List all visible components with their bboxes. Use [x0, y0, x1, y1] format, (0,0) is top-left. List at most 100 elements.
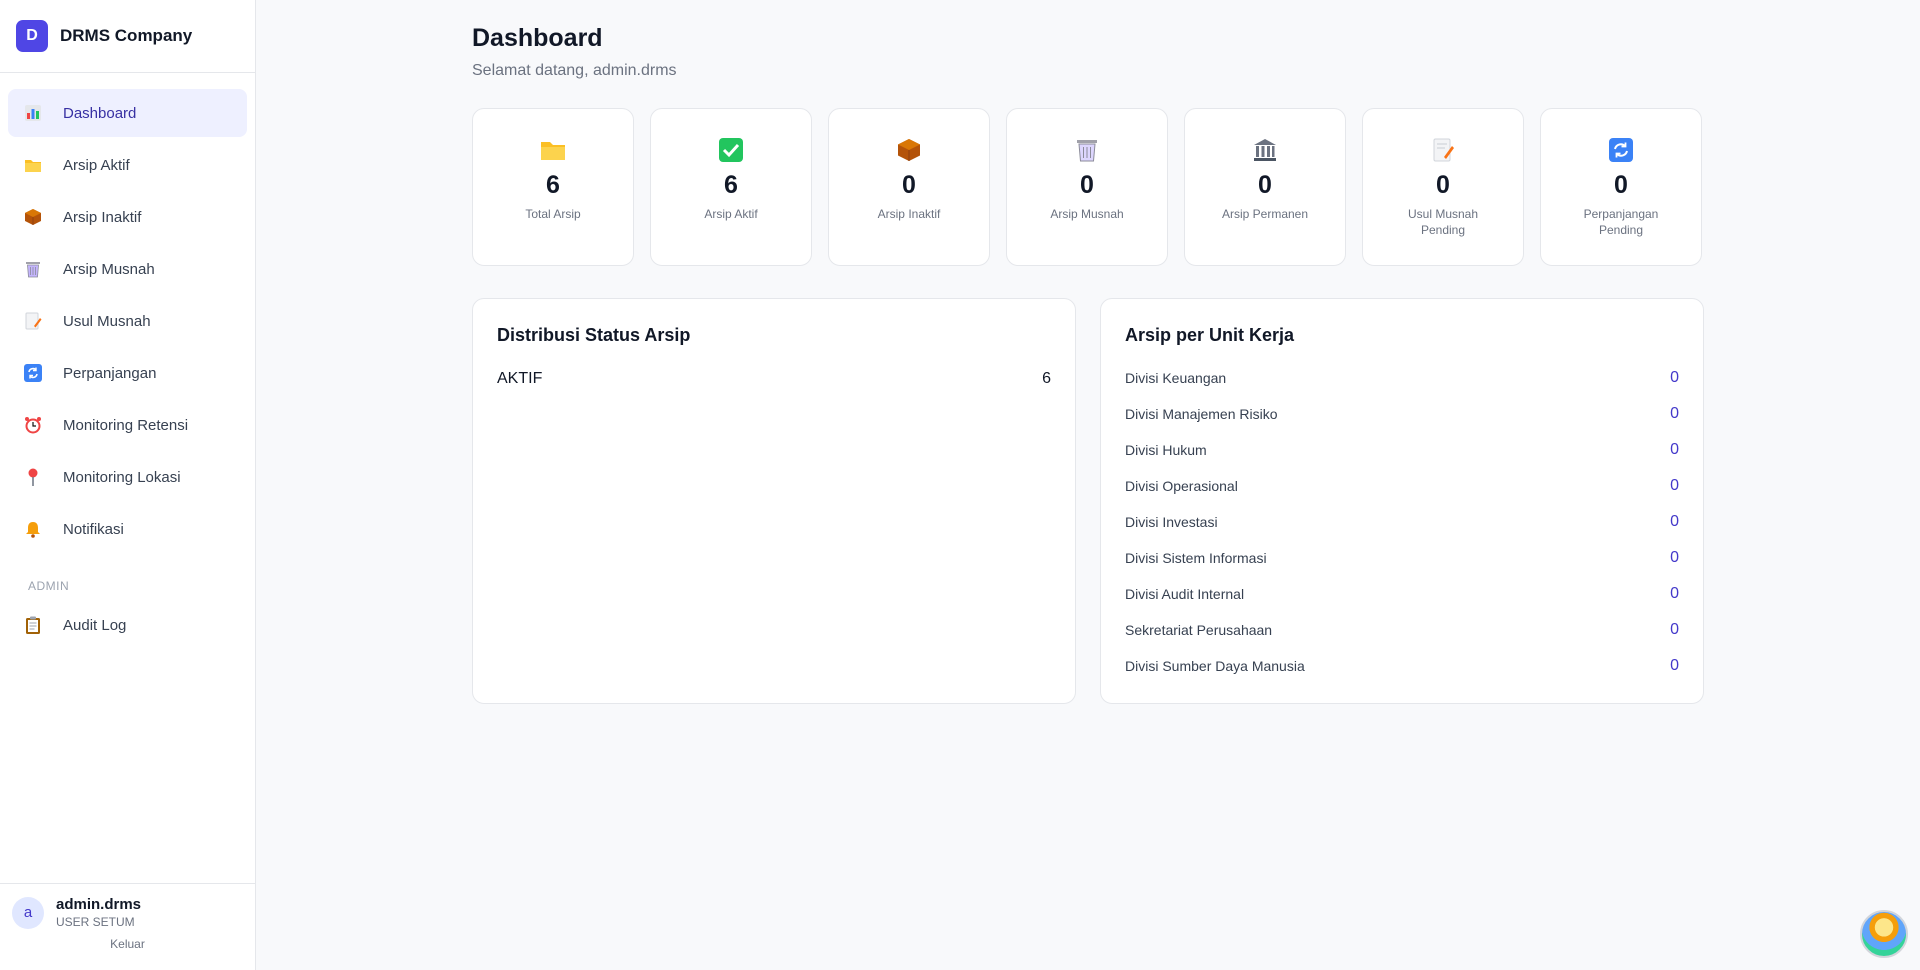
trash-icon	[1074, 137, 1100, 163]
stat-value: 0	[902, 171, 916, 199]
stat-label: Arsip Permanen	[1221, 207, 1309, 221]
stat-card-perpanjangan-pending[interactable]: 0 Perpanjangan Pending	[1540, 108, 1702, 266]
check-icon	[718, 137, 744, 163]
stat-value: 0	[1614, 171, 1628, 199]
unit-count: 0	[1670, 549, 1679, 566]
brand-header: D DRMS Company	[0, 0, 255, 73]
folder-icon	[540, 137, 566, 163]
sidebar-item-label: Arsip Aktif	[63, 156, 130, 174]
list-item: Divisi Keuangan 0	[1125, 360, 1679, 396]
status-label: AKTIF	[497, 370, 543, 387]
memo-icon	[22, 310, 44, 332]
sidebar-item-arsip-musnah[interactable]: Arsip Musnah	[8, 245, 247, 293]
pin-icon	[22, 466, 44, 488]
sidebar-item-perpanjangan[interactable]: Perpanjangan	[8, 349, 247, 397]
sidebar-item-monitoring-lokasi[interactable]: Monitoring Lokasi	[8, 453, 247, 501]
unit-name: Divisi Sistem Informasi	[1125, 550, 1267, 566]
stat-card-arsip-inaktif[interactable]: 0 Arsip Inaktif	[828, 108, 990, 266]
unit-name: Divisi Hukum	[1125, 442, 1207, 458]
bar-chart-icon	[22, 102, 44, 124]
page-title: Dashboard	[472, 24, 603, 52]
stats-row: 6 Total Arsip 6 Arsip Aktif 0 Arsip Inak…	[472, 108, 1718, 266]
sidebar-nav: Dashboard Arsip Aktif Arsip Inaktif Arsi…	[0, 73, 255, 649]
unit-count: 0	[1670, 477, 1679, 494]
stat-card-arsip-musnah[interactable]: 0 Arsip Musnah	[1006, 108, 1168, 266]
user-info: admin.drms USER SETUM	[56, 896, 141, 929]
unit-name: Divisi Audit Internal	[1125, 586, 1245, 602]
stat-value: 0	[1080, 171, 1094, 199]
unit-list: Divisi Keuangan 0 Divisi Manajemen Risiko…	[1125, 360, 1679, 684]
sidebar-item-audit-log[interactable]: Audit Log	[8, 601, 247, 649]
status-value: 6	[1042, 370, 1051, 387]
stat-card-arsip-aktif[interactable]: 6 Arsip Aktif	[650, 108, 812, 266]
brand-name[interactable]: DRMS Company	[60, 26, 192, 46]
sidebar-item-monitoring-retensi[interactable]: Monitoring Retensi	[8, 401, 247, 449]
avatar[interactable]: a	[12, 896, 44, 929]
stat-value: 6	[546, 171, 560, 199]
status-row: AKTIF 6	[497, 370, 1051, 388]
panel-title: Arsip per Unit Kerja	[1125, 325, 1295, 345]
package-icon	[896, 137, 922, 163]
package-icon	[22, 206, 44, 228]
unit-name: Divisi Keuangan	[1125, 370, 1227, 386]
sidebar-item-usul-musnah[interactable]: Usul Musnah	[8, 297, 247, 345]
sidebar-item-label: Arsip Musnah	[63, 260, 155, 278]
sidebar-item-label: Perpanjangan	[63, 364, 157, 382]
stat-label: Arsip Inaktif	[877, 207, 941, 221]
list-item: Sekretariat Perusahaan 0	[1125, 612, 1679, 648]
sidebar-item-label: Monitoring Lokasi	[63, 468, 181, 486]
sidebar-item-notifikasi[interactable]: Notifikasi	[8, 505, 247, 553]
stat-label: Arsip Musnah	[1050, 207, 1124, 221]
user-role: USER SETUM	[56, 915, 135, 929]
refresh-icon	[1608, 137, 1634, 163]
user-name: admin.drms	[56, 896, 142, 913]
sidebar-item-label: Dashboard	[63, 104, 137, 122]
refresh-icon	[22, 362, 44, 384]
unit-name: Divisi Operasional	[1125, 478, 1238, 494]
clipboard-icon	[22, 614, 44, 636]
unit-name: Sekretariat Perusahaan	[1125, 622, 1273, 638]
floating-action-button[interactable]	[1860, 910, 1908, 958]
bank-icon	[1252, 137, 1278, 163]
sidebar-item-dashboard[interactable]: Dashboard	[8, 89, 247, 137]
status-distribution-panel: Distribusi Status Arsip AKTIF 6	[472, 298, 1076, 704]
list-item: Divisi Investasi 0	[1125, 504, 1679, 540]
user-panel: a admin.drms USER SETUM Keluar	[0, 883, 255, 970]
stat-value: 0	[1436, 171, 1450, 199]
sidebar-item-label: Monitoring Retensi	[63, 416, 189, 434]
sidebar-item-arsip-aktif[interactable]: Arsip Aktif	[8, 141, 247, 189]
stat-label: Total Arsip	[525, 207, 581, 221]
unit-kerja-panel: Arsip per Unit Kerja Divisi Keuangan 0 Di…	[1100, 298, 1704, 704]
stat-label: Arsip Aktif	[704, 207, 758, 221]
list-item: Divisi Audit Internal 0	[1125, 576, 1679, 612]
unit-count: 0	[1670, 621, 1679, 638]
trash-icon	[22, 258, 44, 280]
user-row: a admin.drms USER SETUM	[12, 896, 243, 929]
list-item: Divisi Hukum 0	[1125, 432, 1679, 468]
sidebar-item-label: Usul Musnah	[63, 312, 151, 330]
unit-name: Divisi Sumber Daya Manusia	[1125, 658, 1305, 674]
page-subtitle: Selamat datang, admin.drms	[472, 62, 677, 79]
stat-card-total-arsip[interactable]: 6 Total Arsip	[472, 108, 634, 266]
unit-count: 0	[1670, 513, 1679, 530]
logout-link[interactable]: Keluar	[12, 937, 243, 951]
list-item: Divisi Manajemen Risiko 0	[1125, 396, 1679, 432]
unit-name: Divisi Manajemen Risiko	[1125, 406, 1278, 422]
brand-logo[interactable]: D	[16, 20, 48, 52]
stat-card-arsip-permanen[interactable]: 0 Arsip Permanen	[1184, 108, 1346, 266]
folder-icon	[22, 154, 44, 176]
alarm-clock-icon	[22, 414, 44, 436]
sidebar-item-arsip-inaktif[interactable]: Arsip Inaktif	[8, 193, 247, 241]
memo-icon	[1430, 137, 1456, 163]
sidebar-item-label: Audit Log	[63, 616, 127, 634]
unit-count: 0	[1670, 441, 1679, 458]
unit-count: 0	[1670, 585, 1679, 602]
list-item: Divisi Sistem Informasi 0	[1125, 540, 1679, 576]
sidebar-item-label: Notifikasi	[63, 520, 124, 538]
list-item: Divisi Sumber Daya Manusia 0	[1125, 648, 1679, 684]
list-item: Divisi Operasional 0	[1125, 468, 1679, 504]
stat-value: 6	[724, 171, 738, 199]
stat-card-usul-musnah-pending[interactable]: 0 Usul Musnah Pending	[1362, 108, 1524, 266]
stat-label: Perpanjangan Pending	[1583, 207, 1659, 237]
unit-count: 0	[1670, 657, 1679, 674]
